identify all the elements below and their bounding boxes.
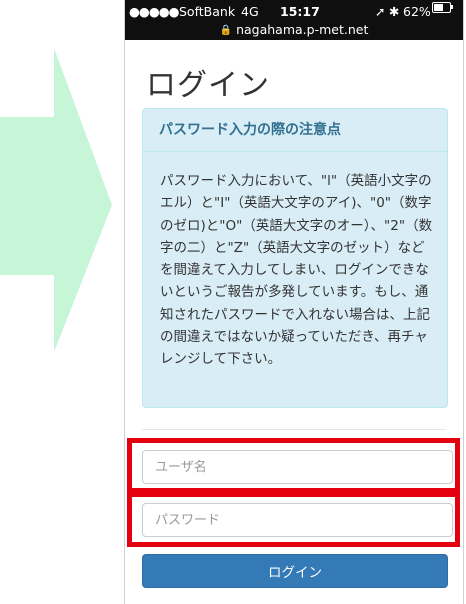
status-row: ●●●●● SoftBank 4G 15:17 ➚ ✱ 62%: [129, 4, 459, 20]
address-bar[interactable]: 🔒 nagahama.p-met.net: [125, 22, 463, 39]
url-text: nagahama.p-met.net: [236, 22, 369, 37]
battery-percent: 62%: [403, 4, 431, 19]
login-button[interactable]: ログイン: [142, 554, 448, 588]
lock-icon: 🔒: [219, 25, 233, 36]
signal-strength-icon: ●●●●●: [129, 4, 180, 19]
screenshot-stage: ●●●●● SoftBank 4G 15:17 ➚ ✱ 62% 🔒 nagaham…: [0, 0, 466, 604]
green-arrow-shape: [0, 48, 112, 352]
divider: [142, 429, 446, 430]
notice-body: パスワード入力において、"l"（英語小文字のエル）と"I"（英語大文字のアイ)、…: [160, 173, 433, 368]
notice-heading: パスワード入力の際の注意点: [143, 109, 447, 152]
carrier-name: SoftBank: [179, 4, 236, 19]
password-notice-panel: パスワード入力の際の注意点 パスワード入力において、"l"（英語小文字のエル）と…: [142, 108, 448, 408]
status-time: 15:17: [280, 4, 320, 19]
battery-nub: [451, 5, 453, 9]
battery-fill: [434, 4, 444, 11]
bluetooth-icon: ✱: [389, 4, 400, 19]
password-highlight-box: [127, 492, 460, 547]
network-type: 4G: [241, 4, 259, 19]
username-highlight-box: [127, 438, 460, 493]
green-arrow-graphic: [0, 48, 112, 352]
page-title: ログイン: [146, 68, 270, 103]
battery-icon: [432, 2, 451, 13]
location-arrow-icon: ➚: [375, 4, 386, 19]
ios-status-bar: ●●●●● SoftBank 4G 15:17 ➚ ✱ 62% 🔒 nagaham…: [125, 0, 463, 40]
